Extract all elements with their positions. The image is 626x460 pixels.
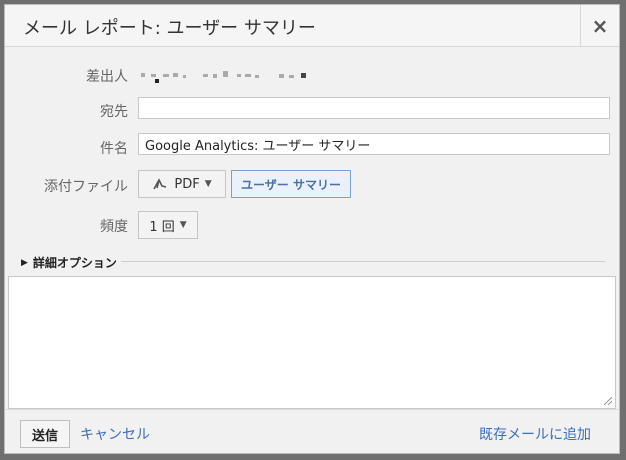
- dialog-title: メール レポート: ユーザー サマリー: [23, 18, 316, 39]
- frequency-dropdown[interactable]: 1 回 ▼: [138, 211, 198, 239]
- add-to-existing-email-link[interactable]: 既存メールに追加: [479, 424, 591, 444]
- email-report-dialog: メール レポート: ユーザー サマリー × 差出人 宛先 件名 添付ファイル P…: [4, 4, 620, 454]
- caret-down-icon: ▼: [204, 179, 212, 189]
- acrobat-icon: [153, 178, 167, 190]
- close-button[interactable]: ×: [580, 5, 619, 46]
- frequency-label: 頻度: [100, 219, 128, 235]
- attachment-report-label: ユーザー サマリー: [241, 177, 341, 192]
- advanced-options-section: ▶ 詳細オプション: [21, 254, 605, 271]
- attachment-report-button[interactable]: ユーザー サマリー: [231, 170, 351, 198]
- to-input[interactable]: [138, 97, 610, 119]
- subject-input[interactable]: [138, 133, 610, 155]
- attachment-label: 添付ファイル: [44, 179, 128, 195]
- from-label: 差出人: [86, 69, 128, 85]
- dialog-titlebar: メール レポート: ユーザー サマリー ×: [5, 5, 619, 47]
- message-body-textarea[interactable]: [8, 276, 616, 409]
- frequency-value: 1 回: [149, 219, 175, 235]
- attachment-format-label: PDF: [174, 176, 200, 192]
- subject-label: 件名: [100, 141, 128, 157]
- to-label: 宛先: [100, 104, 128, 120]
- resize-handle[interactable]: [604, 397, 612, 405]
- send-button[interactable]: 送信: [20, 420, 70, 448]
- attachment-format-dropdown[interactable]: PDF ▼: [138, 170, 226, 198]
- advanced-options-label: 詳細オプション: [32, 256, 117, 270]
- caret-down-icon: ▼: [179, 220, 187, 230]
- advanced-options-toggle[interactable]: ▶ 詳細オプション: [21, 254, 121, 271]
- dialog-footer: 送信 キャンセル 既存メールに追加: [5, 409, 619, 453]
- sender-address-redacted: [141, 71, 311, 83]
- triangle-right-icon: ▶: [21, 257, 28, 268]
- cancel-link[interactable]: キャンセル: [80, 424, 150, 444]
- close-icon: ×: [591, 13, 609, 38]
